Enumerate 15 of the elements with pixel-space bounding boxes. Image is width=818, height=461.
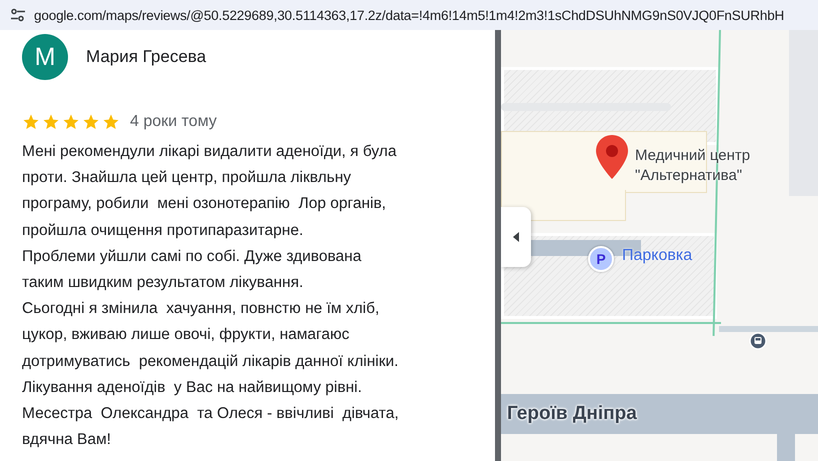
parking-label[interactable]: Парковка: [622, 247, 692, 265]
author-name: Мария Гресева: [86, 47, 206, 67]
star-icon: [62, 113, 80, 131]
caret-icon: [512, 231, 520, 243]
star-icon: [102, 113, 120, 131]
review-time: 4 роки тому: [130, 113, 217, 131]
review-text: Мені рекомендули лікарі видалити аденоїди, я була проти. Знайшла цей центр, пройшла ліквльну програму, робили мені озонотерапію Лор органів, пройшла очищення протипаразитарне. Проблеми уйшли самі по собі. Дуже здивована таким швидким результатом лікування. Сьогодні я змінила хачуання, повнстю не їм хліб, цукор, вживаю лише овочі, фрукти, намагаюс дотримуватись рекомендацій лікарів данної клініки. Лікування аденоїдів у Вас на найвищому рівні. Месестра Олександра та Олеся - ввічливі дівчата, вдячна Вам!: [22, 142, 400, 450]
bus-stop-icon[interactable]: [749, 332, 767, 350]
tune-icon[interactable]: [10, 7, 26, 23]
star-icon: [22, 113, 40, 131]
star-icon: [82, 113, 100, 131]
avatar: М: [22, 34, 68, 80]
star-icon: [42, 113, 60, 131]
location-pin-icon[interactable]: [595, 134, 629, 180]
street-label: Героїв Дніпра: [507, 403, 637, 425]
